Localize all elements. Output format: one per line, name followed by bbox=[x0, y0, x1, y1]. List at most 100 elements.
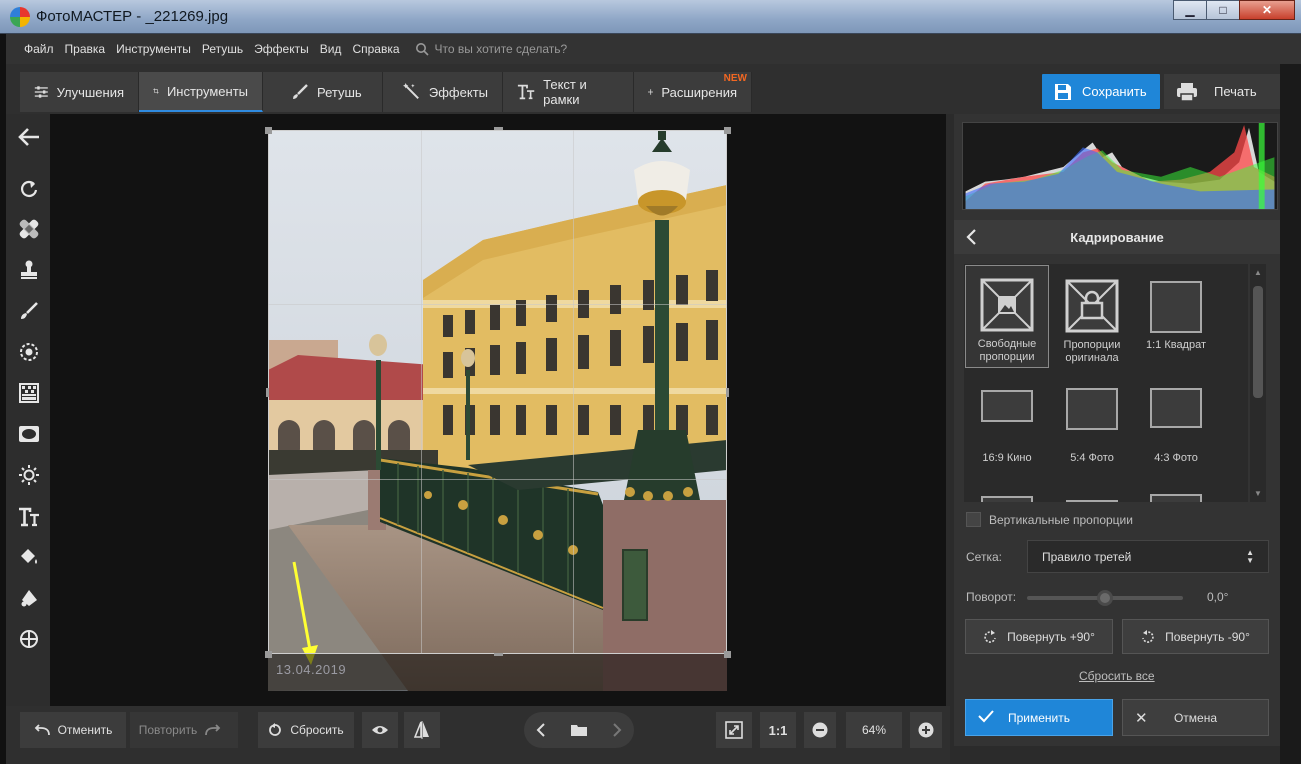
menu-tools[interactable]: Инструменты bbox=[116, 42, 191, 56]
zoom-out-button[interactable] bbox=[804, 712, 836, 748]
preset-partial[interactable] bbox=[1134, 494, 1218, 502]
rotate-minus-90-button[interactable]: Повернуть -90° bbox=[1122, 619, 1269, 654]
preset-16-9[interactable]: 16:9 Кино bbox=[965, 390, 1049, 465]
reset-all-link[interactable]: Сбросить все bbox=[1079, 669, 1155, 683]
rotate-icon[interactable] bbox=[18, 178, 40, 200]
prev-image-icon[interactable] bbox=[536, 723, 546, 737]
minus-circle-icon bbox=[812, 722, 828, 738]
bandage-icon[interactable] bbox=[18, 218, 40, 240]
tab-label: Ретушь bbox=[317, 84, 362, 100]
tab-text-frames[interactable]: Текст и рамки bbox=[503, 72, 634, 112]
crop-handle[interactable] bbox=[494, 127, 503, 130]
vertical-proportions-checkbox[interactable] bbox=[966, 512, 981, 527]
next-image-icon[interactable] bbox=[612, 723, 622, 737]
preset-label: Свободные bbox=[977, 338, 1037, 350]
light-icon[interactable] bbox=[18, 464, 40, 486]
tab-enhancements[interactable]: Улучшения bbox=[20, 72, 139, 112]
apply-button[interactable]: Применить bbox=[965, 699, 1113, 736]
redo-label: Повторить bbox=[138, 723, 198, 737]
tab-extensions[interactable]: Расширения NEW bbox=[634, 72, 752, 112]
rotate-plus-90-button[interactable]: Повернуть +90° bbox=[965, 619, 1113, 654]
maximize-button[interactable]: □ bbox=[1206, 0, 1240, 20]
rotate-plus-label: Повернуть +90° bbox=[1007, 629, 1095, 644]
minimize-button[interactable]: ▁ bbox=[1173, 0, 1207, 20]
preset-partial[interactable] bbox=[1050, 500, 1134, 502]
preset-5-4[interactable]: 5:4 Фото bbox=[1050, 388, 1134, 465]
crop-handle[interactable] bbox=[494, 653, 503, 656]
crop-handle[interactable] bbox=[724, 127, 731, 134]
menu-edit[interactable]: Правка bbox=[65, 42, 106, 56]
undo-label: Отменить bbox=[57, 723, 113, 737]
brush-tool-icon[interactable] bbox=[18, 300, 40, 322]
crop-handle[interactable] bbox=[726, 388, 729, 397]
crop-handle[interactable] bbox=[265, 127, 272, 134]
menu-view[interactable]: Вид bbox=[320, 42, 342, 56]
scroll-down-icon[interactable]: ▼ bbox=[1253, 489, 1263, 498]
preset-original[interactable]: Пропорции оригинала bbox=[1050, 265, 1134, 365]
crop-handle[interactable] bbox=[265, 651, 272, 658]
reset-button[interactable]: Сбросить bbox=[258, 712, 354, 748]
image-canvas[interactable]: 13.04.2019 bbox=[50, 114, 946, 706]
tab-retouch[interactable]: Ретушь bbox=[263, 72, 383, 112]
preset-shape-icon bbox=[1066, 500, 1118, 502]
stamp-icon[interactable] bbox=[18, 259, 40, 281]
radial-filter-icon[interactable] bbox=[18, 341, 40, 363]
updown-icon: ▲ ▼ bbox=[1246, 548, 1254, 565]
presets-scrollbar[interactable]: ▲ ▼ bbox=[1250, 264, 1266, 502]
zoom-1to1-button[interactable]: 1:1 bbox=[760, 712, 796, 748]
grid-select[interactable]: Правило третей ▲ ▼ bbox=[1027, 540, 1269, 573]
rotate-minus-label: Повернуть -90° bbox=[1165, 629, 1250, 644]
tab-label: Расширения bbox=[661, 84, 737, 100]
preview-eye-button[interactable] bbox=[362, 712, 398, 748]
scroll-up-icon[interactable]: ▲ bbox=[1253, 268, 1263, 277]
fit-screen-button[interactable] bbox=[716, 712, 752, 748]
crop-handle[interactable] bbox=[266, 388, 269, 397]
crop-handle[interactable] bbox=[724, 651, 731, 658]
tab-strip: Улучшения Инструменты Ретушь Эффекты Тек… bbox=[20, 72, 752, 112]
undo-button[interactable]: Отменить bbox=[20, 712, 126, 748]
new-badge: NEW bbox=[723, 73, 747, 84]
close-button[interactable]: ✕ bbox=[1239, 0, 1295, 20]
photo43-shape-icon bbox=[1150, 388, 1202, 428]
menu-help[interactable]: Справка bbox=[352, 42, 399, 56]
folder-icon[interactable] bbox=[570, 723, 588, 737]
grid-select-value: Правило третей bbox=[1042, 549, 1132, 564]
save-button[interactable]: Сохранить bbox=[1042, 74, 1160, 109]
back-arrow-icon[interactable] bbox=[18, 126, 40, 148]
vertical-proportions-row[interactable]: Вертикальные пропорции bbox=[966, 512, 1133, 527]
menu-file[interactable]: Файл bbox=[24, 42, 54, 56]
print-button[interactable]: Печать bbox=[1164, 74, 1280, 109]
preset-square[interactable]: 1:1 Квадрат bbox=[1134, 265, 1218, 352]
rotation-value: 0,0° bbox=[1207, 590, 1229, 604]
crop-frame[interactable] bbox=[268, 130, 727, 654]
compare-button[interactable] bbox=[404, 712, 440, 748]
preset-label: 5:4 Фото bbox=[1070, 452, 1114, 464]
menu-search[interactable]: Что вы хотите сделать? bbox=[415, 42, 567, 56]
fill-bucket-icon[interactable] bbox=[18, 546, 40, 568]
rotation-slider-knob[interactable] bbox=[1097, 590, 1113, 606]
zoom-in-button[interactable] bbox=[910, 712, 942, 748]
redo-button[interactable]: Повторить bbox=[130, 712, 238, 748]
preset-partial[interactable] bbox=[965, 496, 1049, 502]
save-label: Сохранить bbox=[1082, 84, 1147, 99]
lasso-icon[interactable] bbox=[18, 587, 40, 609]
title-bar: ФотоМАСТЕР - _221269.jpg ▁ □ ✕ bbox=[0, 0, 1301, 34]
menu-retouch[interactable]: Ретушь bbox=[202, 42, 243, 56]
zoom-value[interactable]: 64% bbox=[846, 712, 902, 748]
panel-title: Кадрирование bbox=[1070, 229, 1164, 245]
scroll-thumb[interactable] bbox=[1253, 286, 1263, 398]
preset-free[interactable]: Свободные пропорции bbox=[965, 265, 1049, 368]
chevron-left-icon[interactable] bbox=[964, 227, 980, 247]
target-icon[interactable] bbox=[18, 628, 40, 650]
window-title: ФотоМАСТЕР - _221269.jpg bbox=[36, 8, 229, 25]
plus-icon bbox=[648, 89, 654, 95]
cancel-button[interactable]: ✕ Отмена bbox=[1122, 699, 1269, 736]
preset-4-3[interactable]: 4:3 Фото bbox=[1134, 388, 1218, 465]
vignette-icon[interactable] bbox=[18, 423, 40, 445]
gradient-filter-icon[interactable] bbox=[18, 382, 40, 404]
tab-tools[interactable]: Инструменты bbox=[139, 72, 263, 112]
grid-line bbox=[573, 130, 574, 654]
tab-effects[interactable]: Эффекты bbox=[383, 72, 503, 112]
menu-effects[interactable]: Эффекты bbox=[254, 42, 309, 56]
text-tool-icon[interactable] bbox=[18, 506, 40, 528]
